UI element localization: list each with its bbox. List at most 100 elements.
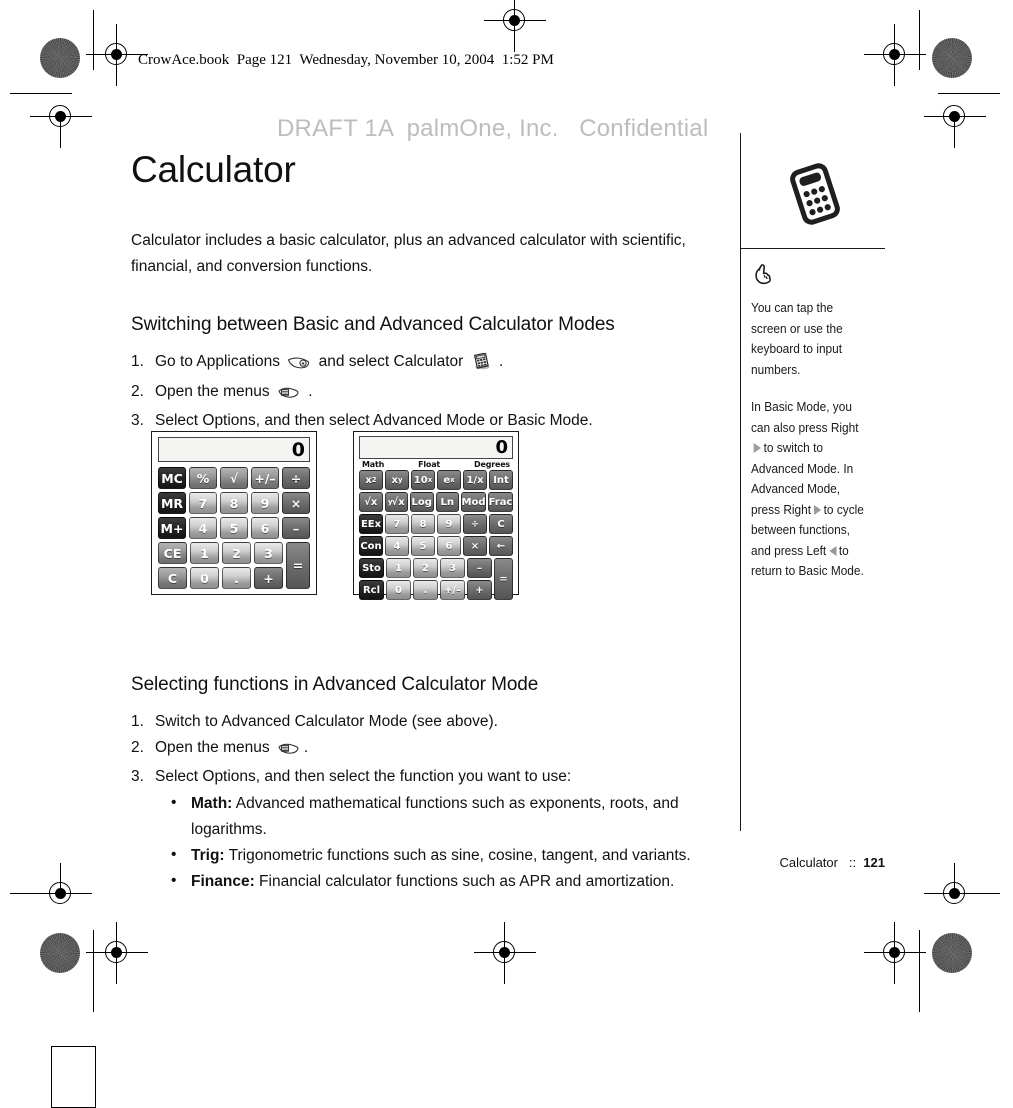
basic-key-9[interactable]: 9 — [251, 492, 279, 514]
adv-key-frac[interactable]: Frac — [488, 492, 513, 512]
basic-key-mc[interactable]: MC — [158, 467, 186, 489]
list-item: 3. Select Options, and then select Advan… — [131, 409, 711, 433]
list-item: 2. Open the menus . — [131, 380, 711, 407]
adv-key-x-power-y[interactable]: xy — [385, 470, 409, 490]
bullet-marker: • — [171, 846, 177, 863]
list-item: 1. Switch to Advanced Calculator Mode (s… — [131, 710, 711, 734]
registration-starburst-bottom-left — [40, 933, 80, 973]
sidebar-vertical-rule — [740, 133, 742, 831]
registration-starburst-top-left — [40, 38, 80, 78]
basic-key-5[interactable]: 5 — [220, 517, 248, 539]
basic-key-3[interactable]: 3 — [254, 542, 283, 564]
mode-label-degrees[interactable]: Degrees — [474, 460, 510, 469]
basic-key-multiply[interactable]: × — [282, 492, 310, 514]
adv-key-eex[interactable]: EEx — [359, 514, 383, 534]
basic-key-7[interactable]: 7 — [189, 492, 217, 514]
adv-key-clear[interactable]: C — [489, 514, 513, 534]
bullet-term: Math: — [191, 795, 233, 812]
steps-list-switching-modes: 1. Go to Applications and select Calcula… — [131, 350, 711, 433]
adv-key-5[interactable]: 5 — [411, 536, 435, 556]
registration-mark-bottom-left — [86, 922, 148, 984]
adv-key-6[interactable]: 6 — [437, 536, 461, 556]
registration-mark-top-right — [864, 24, 926, 86]
registration-mark-bottom-center — [474, 922, 536, 984]
basic-key-ce[interactable]: CE — [158, 542, 187, 564]
basic-key-2[interactable]: 2 — [222, 542, 251, 564]
basic-calculator-figure: 0 MC % √ +/– ÷ MR 7 8 9 × M+ 4 5 6 – CE … — [151, 431, 317, 595]
calculator-icon — [786, 163, 844, 230]
adv-key-backspace[interactable]: ← — [489, 536, 513, 556]
adv-key-sto[interactable]: Sto — [359, 558, 384, 578]
crop-line-left-horizontal-top — [10, 93, 72, 95]
adv-key-8[interactable]: 8 — [411, 514, 435, 534]
adv-key-7[interactable]: 7 — [385, 514, 409, 534]
step-text: Go to Applications — [155, 353, 280, 370]
arrow-right-icon — [813, 504, 821, 515]
basic-key-c[interactable]: C — [158, 567, 187, 589]
adv-key-reciprocal[interactable]: 1/x — [463, 470, 487, 490]
section-heading-switching-modes: Switching between Basic and Advanced Cal… — [131, 314, 615, 335]
basic-key-6[interactable]: 6 — [251, 517, 279, 539]
basic-keypad-row-1: MC % √ +/– ÷ — [158, 467, 310, 489]
steps-list-selecting-functions: 1. Switch to Advanced Calculator Mode (s… — [131, 710, 711, 895]
basic-key-sign[interactable]: +/– — [251, 467, 279, 489]
basic-keypad-row-3: M+ 4 5 6 – — [158, 517, 310, 539]
adv-key-minus[interactable]: – — [467, 558, 492, 578]
adv-key-3[interactable]: 3 — [440, 558, 465, 578]
basic-key-mr[interactable]: MR — [158, 492, 186, 514]
mode-label-math[interactable]: Math — [362, 460, 384, 469]
adv-key-0[interactable]: 0 — [386, 580, 411, 600]
adv-key-2[interactable]: 2 — [413, 558, 438, 578]
adv-key-ln[interactable]: Ln — [435, 492, 459, 512]
bullet-text: Trigonometric functions such as sine, co… — [224, 847, 691, 864]
adv-key-x-squared[interactable]: x2 — [359, 470, 383, 490]
registration-mark-right-upper — [924, 96, 986, 148]
basic-key-divide[interactable]: ÷ — [282, 467, 310, 489]
adv-key-sign[interactable]: +/– — [440, 580, 465, 600]
adv-key-rcl[interactable]: Rcl — [359, 580, 384, 600]
adv-key-nth-root[interactable]: y √x — [384, 492, 408, 512]
adv-key-divide[interactable]: ÷ — [463, 514, 487, 534]
crop-line-top-left-vertical — [93, 10, 95, 70]
basic-key-4[interactable]: 4 — [189, 517, 217, 539]
registration-mark-top-center — [484, 0, 546, 52]
basic-key-percent[interactable]: % — [189, 467, 217, 489]
adv-key-9[interactable]: 9 — [437, 514, 461, 534]
step-period: . — [308, 383, 313, 400]
adv-key-log[interactable]: Log — [410, 492, 434, 512]
basic-key-mplus[interactable]: M+ — [158, 517, 186, 539]
adv-key-mod[interactable]: Mod — [461, 492, 486, 512]
basic-key-sqrt[interactable]: √ — [220, 467, 248, 489]
registration-mark-bottom-right — [864, 922, 926, 984]
basic-key-decimal[interactable]: . — [222, 567, 251, 589]
bullet-marker: • — [171, 794, 177, 811]
basic-key-1[interactable]: 1 — [190, 542, 219, 564]
basic-key-0[interactable]: 0 — [190, 567, 219, 589]
sidebar-paragraph-1: You can tap the screen or use the keyboa… — [751, 300, 843, 377]
basic-keypad-row-4: CE 1 2 3 — [158, 542, 283, 564]
adv-key-equals[interactable]: = — [494, 558, 513, 600]
advanced-keypad-lower-block: Sto 1 2 3 – Rcl 0 . +/– + = — [359, 558, 513, 600]
step-text: Select Options, and then select the func… — [155, 768, 572, 785]
adv-key-con[interactable]: Con — [359, 536, 383, 556]
sidebar-tip-text: You can tap the screen or use the keyboa… — [751, 298, 868, 582]
adv-key-ten-power-x[interactable]: 10 x — [411, 470, 435, 490]
adv-key-decimal[interactable]: . — [413, 580, 438, 600]
advanced-keypad-row-2: √x y √x Log Ln Mod Frac — [359, 492, 513, 512]
adv-key-plus[interactable]: + — [467, 580, 492, 600]
adv-key-4[interactable]: 4 — [385, 536, 409, 556]
adv-key-multiply[interactable]: × — [463, 536, 487, 556]
basic-key-8[interactable]: 8 — [220, 492, 248, 514]
adv-key-1[interactable]: 1 — [386, 558, 411, 578]
registration-mark-top-left — [86, 24, 148, 86]
adv-key-e-power-x[interactable]: ex — [437, 470, 461, 490]
adv-key-square-root[interactable]: √x — [359, 492, 383, 512]
menu-glyph-icon — [277, 383, 301, 407]
adv-key-int[interactable]: Int — [489, 470, 513, 490]
basic-key-plus[interactable]: + — [254, 567, 283, 589]
advanced-keypad-row-1: x2 xy 10 x ex 1/x Int — [359, 470, 513, 490]
basic-key-equals[interactable]: = — [286, 542, 310, 589]
step-number: 1. — [131, 713, 144, 730]
mode-label-float[interactable]: Float — [418, 460, 440, 469]
basic-key-minus[interactable]: – — [282, 517, 310, 539]
